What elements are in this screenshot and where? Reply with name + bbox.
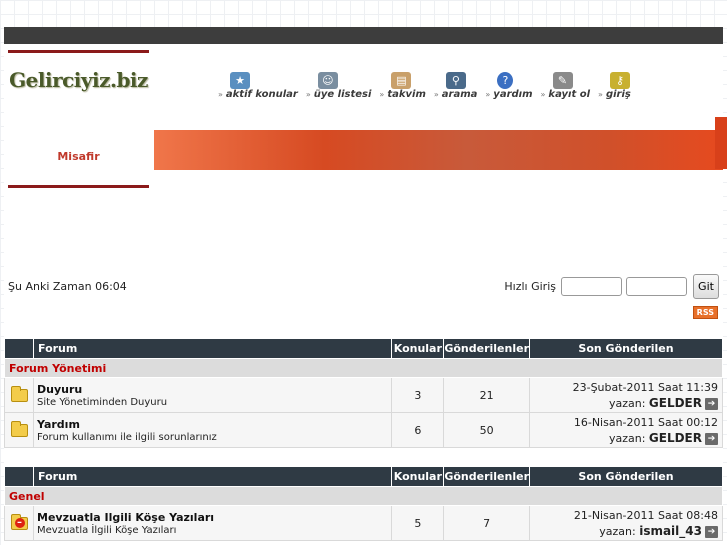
header-posts: Gönderilenler (443, 466, 530, 487)
nav-bullet-icon: » (305, 90, 311, 99)
last-post-user[interactable]: ismail_43 (639, 524, 702, 538)
last-post-date: 23-Şubat-2011 Saat 11:39 (572, 380, 718, 394)
nav-label: takvim (387, 89, 426, 100)
topics-count: 6 (391, 412, 445, 448)
nav-label: üye listesi (313, 89, 372, 100)
page: Gelirciyiz.biz ★ » aktif konular ☺ » üye l… (4, 27, 727, 545)
nav-bullet-icon: » (598, 90, 603, 99)
forum-description: Forum kullanımı ile ilgili sorunlarınız (37, 431, 217, 443)
posts-count: 50 (443, 412, 530, 448)
current-time: Şu Anki Zaman 06:04 (8, 280, 127, 293)
forum-description: Site Yönetiminden Duyuru (37, 396, 168, 408)
login-icon: ⚷ (610, 72, 631, 89)
table-row: Duyuru Site Yönetiminden Duyuru 3 21 23-… (4, 377, 723, 413)
login-go-button[interactable]: Git (693, 274, 719, 299)
members-icon: ☺ (317, 72, 338, 89)
locked-folder-icon (10, 513, 28, 530)
header: Gelirciyiz.biz ★ » aktif konular ☺ » üye l… (4, 44, 727, 194)
last-post-user[interactable]: GELDER (649, 431, 702, 445)
nav-item-register[interactable]: ✎ » kayıt ol (540, 72, 591, 100)
topics-count: 5 (391, 505, 445, 541)
calendar-icon: ▤ (391, 72, 412, 89)
forum-title-link[interactable]: Duyuru (37, 383, 391, 396)
active-topics-icon: ★ (230, 72, 250, 89)
help-icon: ? (497, 72, 514, 89)
header-last-post: Son Gönderilen (529, 338, 723, 359)
by-label: yazan: (608, 431, 646, 445)
nav-item-calendar[interactable]: ▤ » takvim (379, 72, 426, 100)
forum-description: Mevzuatla İlgili Köşe Yazıları (37, 524, 177, 536)
folder-icon (10, 385, 28, 402)
topics-count: 3 (391, 377, 445, 413)
nav-item-search[interactable]: ⚲ » arama (433, 72, 478, 100)
nav-bullet-icon: » (485, 90, 491, 99)
table-header-row: Forum Konular Gönderilenler Son Gönderil… (4, 466, 723, 487)
guest-label: Misafir (57, 150, 100, 163)
forum-table: Forum Konular Gönderilenler Son Gönderil… (4, 338, 723, 448)
posts-count: 7 (443, 505, 530, 541)
header-posts: Gönderilenler (443, 338, 530, 359)
forum-table: Forum Konular Gönderilenler Son Gönderil… (4, 466, 723, 541)
nav-item-help[interactable]: ? » yardım (485, 72, 533, 100)
category-title[interactable]: Forum Yönetimi (4, 358, 723, 378)
table-header-row: Forum Konular Gönderilenler Son Gönderil… (4, 338, 723, 359)
search-icon: ⚲ (445, 72, 466, 89)
nav-item-members[interactable]: ☺ » üye listesi (305, 72, 372, 100)
header-forum: Forum (32, 466, 393, 487)
last-post-user[interactable]: GELDER (649, 396, 702, 410)
last-post-date: 21-Nisan-2011 Saat 08:48 (573, 508, 718, 522)
go-to-last-post-icon[interactable]: ➔ (705, 397, 718, 410)
nav-label: arama (441, 89, 478, 100)
nav-label: yardım (493, 89, 533, 100)
header-topics: Konular (391, 466, 445, 487)
main-nav: ★ » aktif konular ☺ » üye listesi ▤ » takvi… (218, 72, 639, 100)
category-title[interactable]: Genel (4, 486, 723, 506)
header-banner (154, 117, 727, 170)
category-row[interactable]: Forum Yönetimi (4, 358, 723, 378)
category-row[interactable]: Genel (4, 486, 723, 506)
go-to-last-post-icon[interactable]: ➔ (705, 432, 718, 445)
top-bar (4, 27, 723, 44)
table-row: Yardım Forum kullanımı ile ilgili sorunl… (4, 412, 723, 448)
username-input[interactable] (561, 277, 622, 296)
register-icon: ✎ (552, 72, 573, 89)
by-label: yazan: (608, 396, 646, 410)
header-icon-col (4, 466, 34, 487)
nav-bullet-icon: » (433, 90, 439, 99)
nav-bullet-icon: » (379, 90, 385, 99)
go-to-last-post-icon[interactable]: ➔ (705, 525, 718, 538)
banner-tab (715, 117, 727, 169)
forum-title-link[interactable]: Mevzuatla Ilgili Köşe Yazıları (37, 511, 391, 524)
nav-item-login[interactable]: ⚷ » giriş (598, 72, 631, 100)
forum-title-link[interactable]: Yardım (37, 418, 391, 431)
nav-label: giriş (605, 89, 631, 100)
quick-login: Hızlı Giriş Git (504, 274, 719, 299)
table-row: Mevzuatla Ilgili Köşe Yazıları Mevzuatla… (4, 505, 723, 541)
guest-box: Misafir (8, 128, 149, 188)
password-input[interactable] (626, 277, 687, 296)
quick-login-label: Hızlı Giriş (504, 280, 556, 293)
rss-icon[interactable]: RSS (692, 306, 718, 319)
header-forum: Forum (32, 338, 393, 359)
by-label: yazan: (599, 524, 636, 538)
last-post-date: 16-Nisan-2011 Saat 00:12 (573, 415, 718, 429)
nav-bullet-icon: » (218, 90, 223, 99)
nav-item-active-topics[interactable]: ★ » aktif konular (218, 72, 298, 100)
header-icon-col (4, 338, 34, 359)
logo-box[interactable]: Gelirciyiz.biz (8, 50, 149, 107)
nav-label: kayıt ol (548, 89, 591, 100)
posts-count: 21 (443, 377, 530, 413)
nav-bullet-icon: » (540, 90, 546, 99)
header-last-post: Son Gönderilen (529, 466, 723, 487)
nav-label: aktif konular (225, 89, 298, 100)
header-topics: Konular (391, 338, 445, 359)
site-logo[interactable]: Gelirciyiz.biz (9, 68, 148, 92)
folder-icon (10, 420, 28, 437)
